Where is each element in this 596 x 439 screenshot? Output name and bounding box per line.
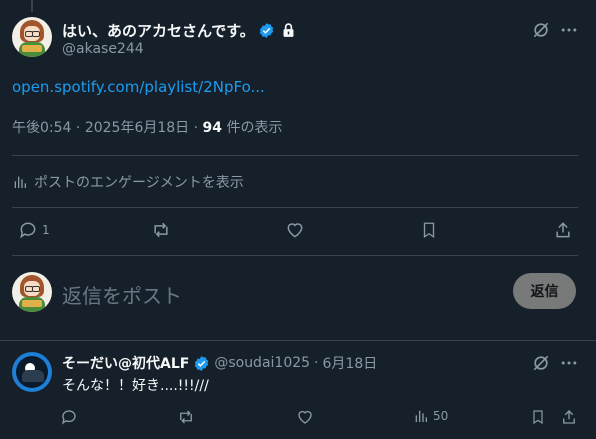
divider: [0, 340, 596, 341]
tweet-time[interactable]: 午後0:54: [12, 120, 71, 136]
verified-badge-icon: [259, 23, 274, 38]
meta-separator: ·: [193, 120, 199, 136]
share-icon: [556, 222, 570, 238]
reply-count: 1: [42, 223, 50, 237]
reply-bookmark-button[interactable]: [530, 408, 546, 426]
repost-icon: [180, 410, 192, 424]
reply-views-button[interactable]: 50: [413, 408, 448, 424]
reply-display-name[interactable]: そーだい@初代ALF: [62, 353, 189, 373]
repost-button[interactable]: [150, 220, 172, 240]
divider: [12, 155, 578, 156]
like-button[interactable]: [285, 220, 305, 240]
view-engagement-button[interactable]: ポストのエンゲージメントを表示: [12, 172, 244, 192]
meta-separator: ·: [75, 120, 81, 136]
reply-text: そんな！！好き....!!!///: [62, 378, 209, 394]
avatar[interactable]: [12, 17, 52, 57]
divider: [12, 255, 578, 256]
repost-icon: [154, 222, 168, 238]
more-options-icon[interactable]: [558, 352, 580, 374]
divider: [12, 207, 578, 208]
reply-header: そーだい@初代ALF @soudai1025 · 6月18日: [62, 353, 377, 373]
views-label: 件の表示: [226, 120, 283, 136]
tweet-link[interactable]: open.spotify.com/playlist/2NpFo...: [12, 78, 265, 96]
bookmark-button[interactable]: [420, 220, 438, 240]
share-icon: [563, 410, 575, 424]
reply-repost-button[interactable]: [176, 408, 196, 426]
bookmark-icon: [423, 222, 435, 239]
author-handle[interactable]: @akase244: [62, 41, 144, 57]
bookmark-icon: [533, 410, 543, 425]
thread-line: [31, 0, 33, 12]
tweet-date[interactable]: 2025年6月18日: [85, 120, 189, 136]
reply-handle[interactable]: @soudai1025: [214, 355, 310, 371]
heart-icon: [287, 223, 303, 238]
analytics-icon: [415, 410, 427, 422]
reply-icon: [20, 222, 36, 239]
composer-avatar[interactable]: [12, 272, 52, 312]
reply-views-count: 50: [433, 409, 449, 423]
more-options-icon[interactable]: [558, 19, 580, 41]
reply-button[interactable]: 1: [18, 220, 50, 240]
views-count: 94: [202, 120, 223, 136]
view-engagement-label: ポストのエンゲージメントを表示: [34, 175, 244, 191]
reply-date[interactable]: 6月18日: [323, 353, 378, 373]
reply-like-button[interactable]: [296, 408, 314, 426]
author-display-name[interactable]: はい、あのアカセさんです。: [62, 20, 255, 41]
tweet-meta: 午後0:54 · 2025年6月18日 · 94 件の表示: [12, 117, 282, 137]
reply-avatar[interactable]: [12, 352, 52, 392]
reply-icon: [61, 410, 76, 425]
grok-icon[interactable]: [530, 352, 552, 374]
reply-reply-button[interactable]: [60, 408, 78, 426]
reply-submit-button[interactable]: 返信: [513, 273, 576, 309]
analytics-icon: [14, 176, 26, 188]
share-button[interactable]: [553, 220, 573, 240]
reply-separator: ·: [314, 355, 319, 371]
grok-icon[interactable]: [530, 19, 552, 41]
heart-icon: [298, 410, 312, 424]
reply-input[interactable]: 返信をポスト: [62, 280, 182, 309]
verified-badge-icon: [195, 355, 209, 371]
reply-share-button[interactable]: [560, 408, 578, 426]
lock-icon: [283, 23, 294, 37]
